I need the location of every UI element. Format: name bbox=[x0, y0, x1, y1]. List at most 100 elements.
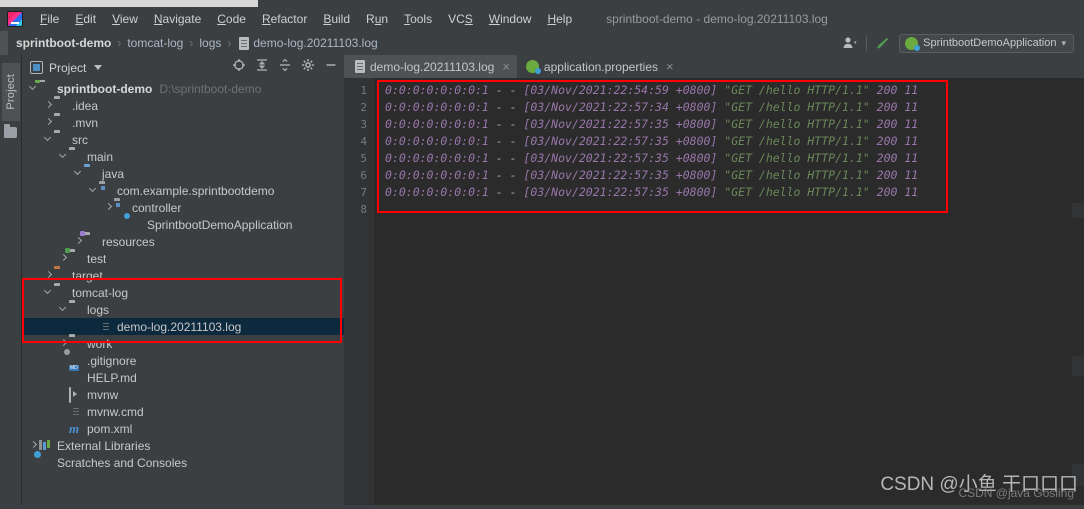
window-tab-highlight bbox=[0, 0, 258, 7]
log-timestamp: [03/Nov/2021:22:54:59 +0800] bbox=[523, 83, 718, 97]
collapse-all-icon[interactable] bbox=[278, 58, 292, 77]
locate-target-icon[interactable] bbox=[232, 58, 246, 77]
log-client-ip: 0:0:0:0:0:0:0:1 bbox=[385, 185, 489, 199]
log-line: 0:0:0:0:0:0:0:1 - - [03/Nov/2021:22:54:5… bbox=[385, 82, 1084, 99]
chevron-right-icon[interactable] bbox=[43, 267, 54, 284]
menu-view[interactable]: View bbox=[104, 10, 146, 28]
line-number: 5 bbox=[360, 152, 367, 165]
menu-file[interactable]: File bbox=[32, 10, 67, 28]
expand-all-icon[interactable] bbox=[255, 58, 269, 77]
tree-row-label: controller bbox=[132, 200, 182, 215]
folder-icon[interactable] bbox=[4, 124, 17, 138]
tree-row[interactable]: controller bbox=[22, 199, 344, 216]
chevron-right-icon[interactable] bbox=[43, 114, 54, 131]
tree-row[interactable]: .mvn bbox=[22, 114, 344, 131]
menu-run[interactable]: Run bbox=[358, 10, 396, 28]
tree-row[interactable]: mvnw bbox=[22, 386, 344, 403]
spring-properties-icon bbox=[525, 60, 541, 74]
editor-area: demo-log.20211103.log × application.prop… bbox=[344, 55, 1084, 509]
breadcrumb-item-file[interactable]: demo-log.20211103.log bbox=[237, 36, 378, 50]
chevron-down-icon[interactable] bbox=[58, 148, 69, 165]
run-configuration-selector[interactable]: SprintbootDemoApplication ▾ bbox=[899, 33, 1074, 53]
chevron-down-icon[interactable] bbox=[43, 284, 54, 301]
tree-row-label: Scratches and Consoles bbox=[57, 455, 188, 470]
log-content[interactable]: 0:0:0:0:0:0:0:1 - - [03/Nov/2021:22:54:5… bbox=[374, 78, 1084, 509]
chevron-right-icon[interactable] bbox=[103, 199, 114, 216]
settings-gear-icon[interactable] bbox=[301, 58, 315, 77]
tree-row[interactable]: sprintboot-demo D:\sprintboot-demo bbox=[22, 80, 344, 97]
menu-window[interactable]: Window bbox=[481, 10, 540, 28]
line-number: 1 bbox=[360, 84, 367, 97]
tree-row[interactable]: com.example.sprintbootdemo bbox=[22, 182, 344, 199]
tree-row[interactable]: test bbox=[22, 250, 344, 267]
tree-row[interactable]: main bbox=[22, 148, 344, 165]
breadcrumb-item-tomcat-log[interactable]: tomcat-log bbox=[127, 36, 183, 50]
tree-row[interactable]: work bbox=[22, 335, 344, 352]
tree-row[interactable]: mvnw.cmd bbox=[22, 403, 344, 420]
left-tool-window-stripe: Project bbox=[0, 55, 22, 509]
editor-tab-application-properties[interactable]: application.properties × bbox=[517, 55, 681, 78]
menu-build[interactable]: Build bbox=[315, 10, 358, 28]
right-margin-band bbox=[1072, 356, 1084, 376]
tree-row[interactable]: SprintbootDemoApplication bbox=[22, 216, 344, 233]
menu-help[interactable]: Help bbox=[539, 10, 580, 28]
tree-row[interactable]: HELP.md bbox=[22, 369, 344, 386]
tree-row-label: mvnw.cmd bbox=[87, 404, 144, 419]
menu-edit[interactable]: Edit bbox=[67, 10, 104, 28]
folder-icon bbox=[54, 286, 68, 299]
close-icon[interactable]: × bbox=[502, 60, 510, 73]
log-line: 0:0:0:0:0:0:0:1 - - [03/Nov/2021:22:57:3… bbox=[385, 150, 1084, 167]
editor-tab-label: application.properties bbox=[543, 59, 658, 74]
log-line: 0:0:0:0:0:0:0:1 - - [03/Nov/2021:22:57:3… bbox=[385, 167, 1084, 184]
tree-row[interactable]: src bbox=[22, 131, 344, 148]
tree-row-label: java bbox=[102, 166, 125, 181]
menu-code[interactable]: Code bbox=[209, 10, 254, 28]
log-line: 0:0:0:0:0:0:0:1 - - [03/Nov/2021:22:57:3… bbox=[385, 184, 1084, 201]
line-number: 7 bbox=[360, 186, 367, 199]
tree-row[interactable]: Scratches and Consoles bbox=[22, 454, 344, 471]
window-title: sprintboot-demo - demo-log.20211103.log bbox=[606, 12, 828, 26]
excluded-folder-icon bbox=[54, 269, 68, 282]
menu-refactor[interactable]: Refactor bbox=[254, 10, 315, 28]
log-space bbox=[870, 168, 877, 182]
breadcrumb-item-project[interactable]: sprintboot-demo bbox=[16, 36, 111, 50]
cmd-file-icon bbox=[69, 405, 83, 418]
tree-row-label: sprintboot-demo bbox=[57, 81, 153, 96]
hide-minimize-icon[interactable] bbox=[324, 58, 338, 77]
tree-row[interactable]: tomcat-log bbox=[22, 284, 344, 301]
log-status-code: 200 bbox=[876, 185, 898, 199]
breadcrumb: sprintboot-demo › tomcat-log › logs › de… bbox=[16, 36, 378, 50]
tree-row[interactable]: .idea bbox=[22, 97, 344, 114]
tree-row[interactable]: resources bbox=[22, 233, 344, 250]
tree-row[interactable]: External Libraries bbox=[22, 437, 344, 454]
search-everywhere-icon[interactable] bbox=[875, 35, 891, 51]
menu-vcs[interactable]: VCS bbox=[440, 10, 481, 28]
chevron-down-icon[interactable] bbox=[58, 301, 69, 318]
shell-script-icon bbox=[69, 387, 83, 403]
breadcrumb-item-logs[interactable]: logs bbox=[199, 36, 221, 50]
tree-row[interactable]: target bbox=[22, 267, 344, 284]
log-bytes: 11 bbox=[904, 100, 919, 114]
menu-tools[interactable]: Tools bbox=[396, 10, 440, 28]
tree-row[interactable]: java bbox=[22, 165, 344, 182]
close-icon[interactable]: × bbox=[666, 60, 674, 73]
tree-row[interactable]: m pom.xml bbox=[22, 420, 344, 437]
editor-tab-demo-log[interactable]: demo-log.20211103.log × bbox=[344, 55, 517, 78]
log-status-code: 200 bbox=[876, 100, 898, 114]
tree-row[interactable]: logs bbox=[22, 301, 344, 318]
chevron-down-icon[interactable] bbox=[88, 182, 99, 199]
tree-row[interactable]: demo-log.20211103.log bbox=[22, 318, 344, 335]
project-panel-toolbar bbox=[232, 58, 338, 77]
chevron-right-icon[interactable] bbox=[43, 97, 54, 114]
log-request: "GET /hello HTTP/1.1" bbox=[724, 100, 870, 114]
code-editor[interactable]: 1 2 3 4 5 6 7 8 0:0:0:0:0:0:0:1 - - [03/Nov/202… bbox=[344, 78, 1084, 509]
chevron-down-icon[interactable] bbox=[73, 165, 84, 182]
breadcrumb-file-label: demo-log.20211103.log bbox=[253, 36, 378, 50]
chevron-down-icon[interactable] bbox=[43, 131, 54, 148]
menu-navigate[interactable]: Navigate bbox=[146, 10, 209, 28]
stripe-button-project[interactable]: Project bbox=[2, 63, 20, 121]
chevron-down-icon[interactable] bbox=[94, 65, 103, 70]
editor-tab-bar: demo-log.20211103.log × application.prop… bbox=[344, 55, 1084, 78]
project-tree[interactable]: sprintboot-demo D:\sprintboot-demo .idea .m… bbox=[22, 80, 344, 509]
user-profile-icon[interactable] bbox=[842, 35, 858, 51]
